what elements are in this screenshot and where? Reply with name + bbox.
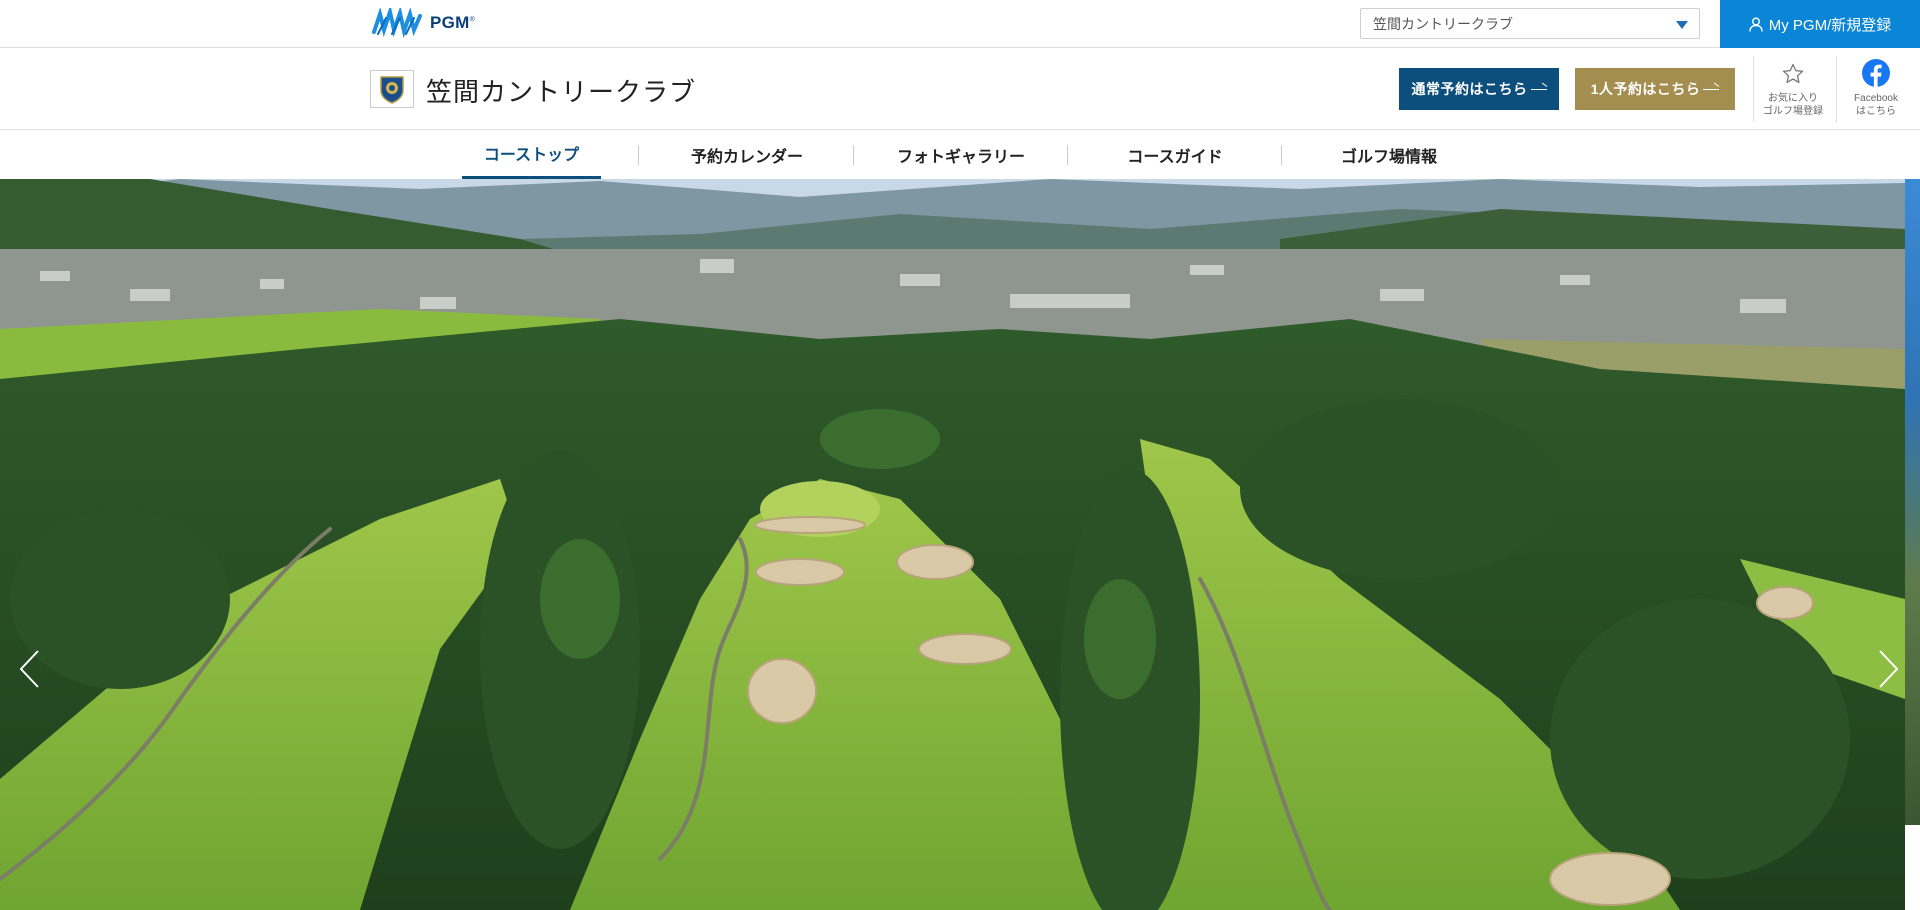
arrow-right-icon	[1530, 88, 1547, 90]
next-slide-preview	[1905, 179, 1920, 910]
facebook-icon	[1862, 59, 1890, 87]
slideshow-prev-button[interactable]	[18, 649, 40, 689]
chevron-down-icon	[1676, 21, 1688, 29]
facebook-label-line1: Facebook	[1854, 93, 1898, 104]
pgm-logo-mark-icon	[372, 8, 422, 38]
nav-divider	[1067, 145, 1068, 165]
chevron-left-icon	[19, 650, 39, 688]
nav-tab-label: コースガイド	[1127, 146, 1223, 166]
top-bar: PGM® 笠間カントリークラブ My PGM/新規登録	[0, 0, 1920, 48]
pgm-logo[interactable]: PGM®	[370, 8, 475, 38]
nav-divider	[1281, 145, 1282, 165]
nav-tab-course-guide[interactable]: コースガイド	[1088, 130, 1262, 179]
slideshow-next-button[interactable]	[1878, 649, 1900, 689]
nav-tab-label: フォトギャラリー	[896, 146, 1025, 166]
favorite-label-line1: お気に入り	[1768, 93, 1818, 104]
nav-tab-golf-course-info[interactable]: ゴルフ場情報	[1302, 130, 1476, 179]
course-select-value: 笠間カントリークラブ	[1373, 15, 1513, 32]
mypgm-label: My PGM/新規登録	[1768, 16, 1892, 34]
normal-reservation-label: 通常予約はこちら	[1411, 81, 1528, 97]
nav-tab-label: ゴルフ場情報	[1340, 146, 1437, 166]
nav-tab-course-top[interactable]: コーストップ	[462, 130, 601, 179]
nav-tab-label: 予約カレンダー	[690, 146, 803, 166]
facebook-label-line2: はこちら	[1856, 106, 1896, 117]
nav-tab-photo-gallery[interactable]: フォトギャラリー	[874, 130, 1048, 179]
pgm-logo-text: PGM®	[430, 13, 476, 32]
hero-course-aerial-photo	[0, 179, 1905, 910]
solo-reservation-label: 1人予約はこちら	[1590, 81, 1701, 97]
hero-slideshow[interactable]	[0, 179, 1905, 910]
course-name-title: 笠間カントリークラブ	[426, 78, 697, 108]
normal-reservation-button[interactable]: 通常予約はこちら	[1399, 68, 1559, 110]
chevron-right-icon	[1879, 650, 1899, 688]
user-icon	[1749, 17, 1763, 32]
nav-tab-reservation-calendar[interactable]: 予約カレンダー	[660, 130, 834, 179]
facebook-button[interactable]: Facebook はこちら	[1836, 58, 1916, 124]
favorite-course-button[interactable]: お気に入り ゴルフ場登録	[1753, 58, 1833, 124]
nav-divider	[638, 145, 639, 165]
course-nav: コーストップ 予約カレンダー フォトギャラリー コースガイド ゴルフ場情報	[0, 130, 1920, 179]
solo-reservation-button[interactable]: 1人予約はこちら	[1575, 68, 1735, 110]
arrow-right-icon	[1703, 88, 1720, 90]
course-header: 笠間カントリークラブ 通常予約はこちら 1人予約はこちら お気に入り ゴルフ場登…	[0, 48, 1920, 130]
course-select[interactable]: 笠間カントリークラブ	[1360, 8, 1700, 39]
nav-tab-label: コーストップ	[483, 145, 580, 164]
nav-divider	[853, 145, 854, 165]
course-emblem-icon	[370, 70, 414, 108]
star-icon	[1782, 63, 1804, 84]
mypgm-login-button[interactable]: My PGM/新規登録	[1720, 0, 1920, 48]
next-slide-preview-edge	[1905, 825, 1920, 910]
favorite-label-line2: ゴルフ場登録	[1763, 106, 1823, 117]
